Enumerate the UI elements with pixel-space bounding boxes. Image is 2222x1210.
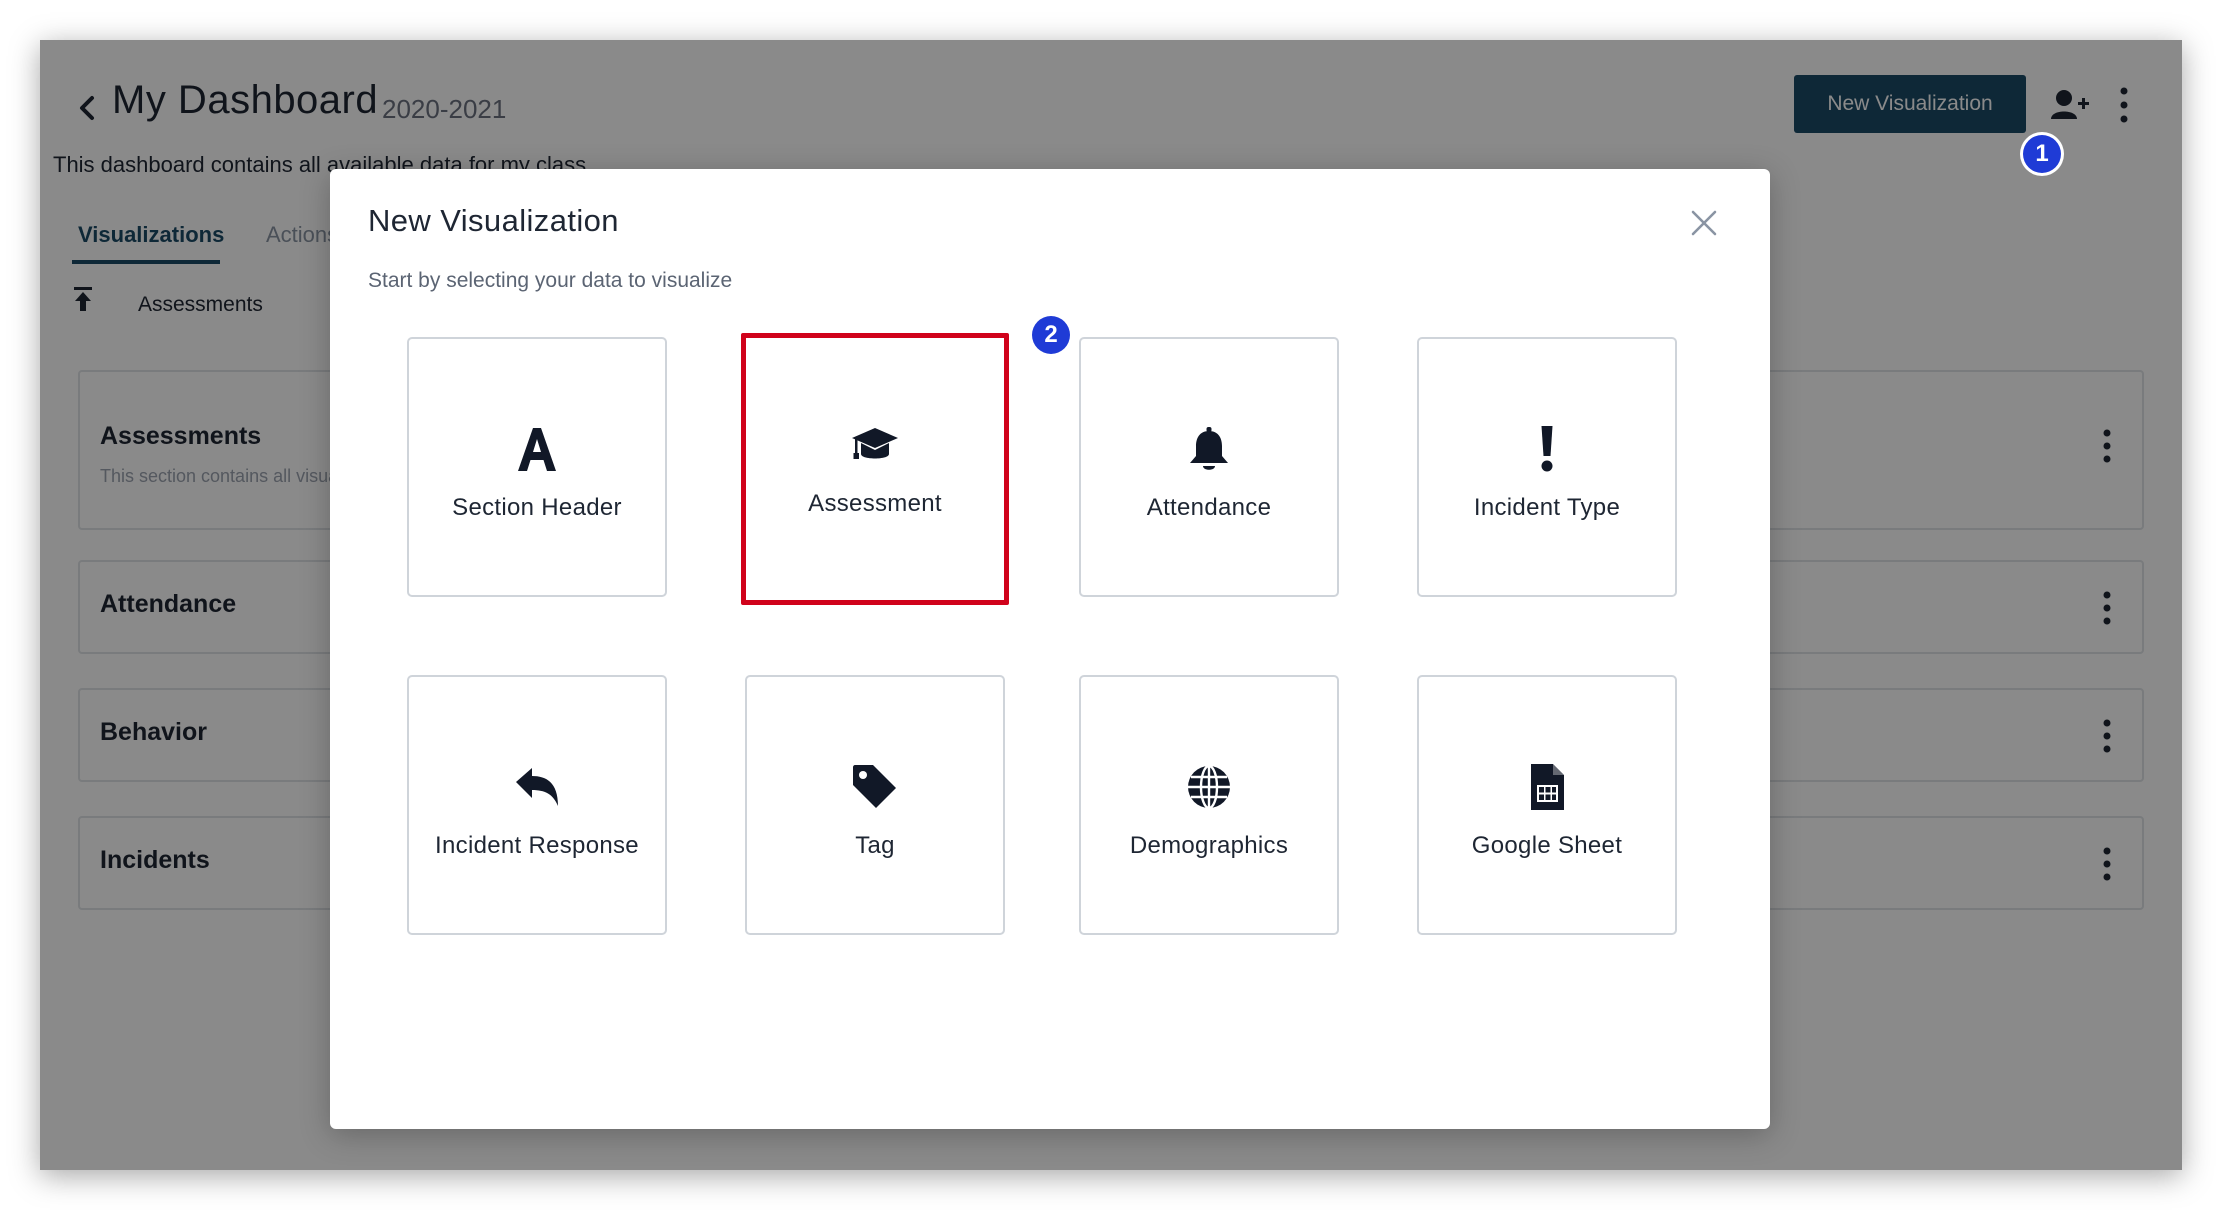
bell-icon xyxy=(1190,427,1228,470)
option-section-header[interactable]: Section Header xyxy=(407,337,667,597)
close-icon[interactable] xyxy=(1690,209,1718,237)
option-label: Section Header xyxy=(452,494,622,521)
modal-title: New Visualization xyxy=(368,203,619,238)
option-label: Assessment xyxy=(808,490,942,517)
tag-icon xyxy=(853,765,896,808)
letter-a-icon xyxy=(518,428,556,471)
option-assessment[interactable]: Assessment xyxy=(741,333,1009,605)
option-demographics[interactable]: Demographics xyxy=(1079,675,1339,935)
option-label: Google Sheet xyxy=(1471,832,1623,859)
graduation-cap-icon xyxy=(852,428,898,459)
option-label: Incident Response xyxy=(435,832,639,859)
new-visualization-modal: New Visualization Start by selecting you… xyxy=(330,169,1770,1129)
option-incident-type[interactable]: Incident Type xyxy=(1417,337,1677,597)
option-label: Tag xyxy=(855,832,895,859)
option-attendance[interactable]: Attendance xyxy=(1079,337,1339,597)
option-label: Incident Type xyxy=(1473,494,1621,521)
reply-arrow-icon xyxy=(516,768,558,806)
modal-subtitle: Start by selecting your data to visualiz… xyxy=(368,269,733,292)
option-incident-response[interactable]: Incident Response xyxy=(407,675,667,935)
option-google-sheet[interactable]: Google Sheet xyxy=(1417,675,1677,935)
exclamation-icon xyxy=(1541,426,1553,472)
globe-icon xyxy=(1188,764,1230,810)
spreadsheet-icon xyxy=(1531,764,1564,810)
option-label: Attendance xyxy=(1146,494,1272,521)
step-badge-1: 1 xyxy=(2023,135,2061,173)
option-label: Demographics xyxy=(1129,832,1289,859)
option-tag[interactable]: Tag xyxy=(745,675,1005,935)
app-screen: My Dashboard 2020-2021 New Visualization… xyxy=(40,40,2182,1170)
step-badge-2: 2 xyxy=(1032,316,1070,354)
